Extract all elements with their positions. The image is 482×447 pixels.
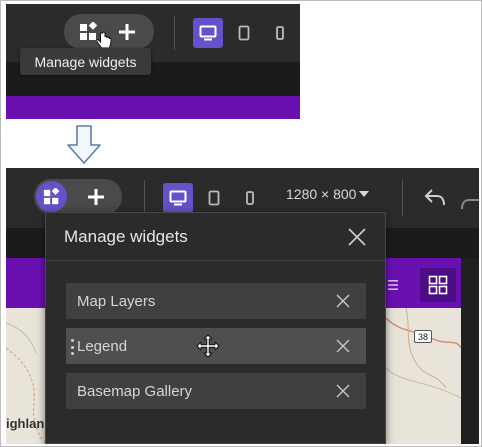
toolbar-separator [174,16,175,50]
desktop-icon [199,25,217,41]
bottom-screenshot: 1280 × 800 38 ighlan Manage widgets Map … [6,168,479,444]
phone-icon [276,26,284,40]
widget-action-group [64,14,154,49]
screen-size-value: 1280 × 800 [286,186,357,202]
phone-view-button[interactable] [240,183,260,213]
widgets-icon [43,187,59,204]
canvas-edge [461,258,479,444]
close-button[interactable] [346,226,368,248]
redo-icon[interactable] [460,190,479,212]
phone-view-button[interactable] [270,18,290,48]
remove-widget-button[interactable] [334,292,352,310]
plus-icon[interactable] [116,22,138,42]
move-cursor-icon [196,334,220,358]
tablet-icon [208,190,220,206]
drag-handle-icon[interactable] [71,339,75,355]
widget-label: Map Layers [77,292,156,310]
panel-title: Manage widgets [64,227,188,246]
list-icon [388,280,398,290]
close-icon [336,384,350,398]
widget-label: Legend [77,337,128,355]
caret-down-icon [359,191,370,197]
manage-widgets-tooltip: Manage widgets [20,48,151,75]
toolbar-separator [402,180,403,216]
grid-view-button[interactable] [420,268,456,302]
tablet-icon [238,25,250,41]
desktop-view-button[interactable] [193,18,223,48]
close-icon [348,228,366,246]
desktop-view-button[interactable] [163,183,193,213]
toolbar-separator [144,180,145,216]
undo-icon[interactable] [424,186,446,208]
widget-label: Basemap Gallery [77,382,193,400]
manage-widgets-panel: Manage widgets Map Layers Legend Basemap… [45,212,386,444]
plus-icon[interactable] [85,187,107,207]
panel-header: Manage widgets [46,213,385,261]
screen-size-dropdown[interactable]: 1280 × 800 [286,186,370,202]
phone-icon [246,191,254,205]
top-app-header-bar [6,96,300,119]
desktop-icon [169,190,187,206]
road-shield: 38 [414,330,432,343]
down-arrow-icon [67,125,101,165]
close-icon [336,294,350,308]
map-place-label: ighlan [6,416,45,431]
tablet-view-button[interactable] [232,18,256,48]
remove-widget-button[interactable] [334,337,352,355]
list-view-button[interactable] [383,268,403,302]
widget-row-basemap-gallery[interactable]: Basemap Gallery [66,373,366,409]
manage-widgets-button[interactable] [36,181,67,212]
widget-row-map-layers[interactable]: Map Layers [66,283,366,319]
remove-widget-button[interactable] [334,382,352,400]
close-icon [336,339,350,353]
grid-icon [428,275,448,295]
figure-frame: Manage widgets 1280 × 800 38 ighlan Mana… [0,0,482,447]
tablet-view-button[interactable] [202,183,226,213]
widget-action-group [34,179,122,214]
